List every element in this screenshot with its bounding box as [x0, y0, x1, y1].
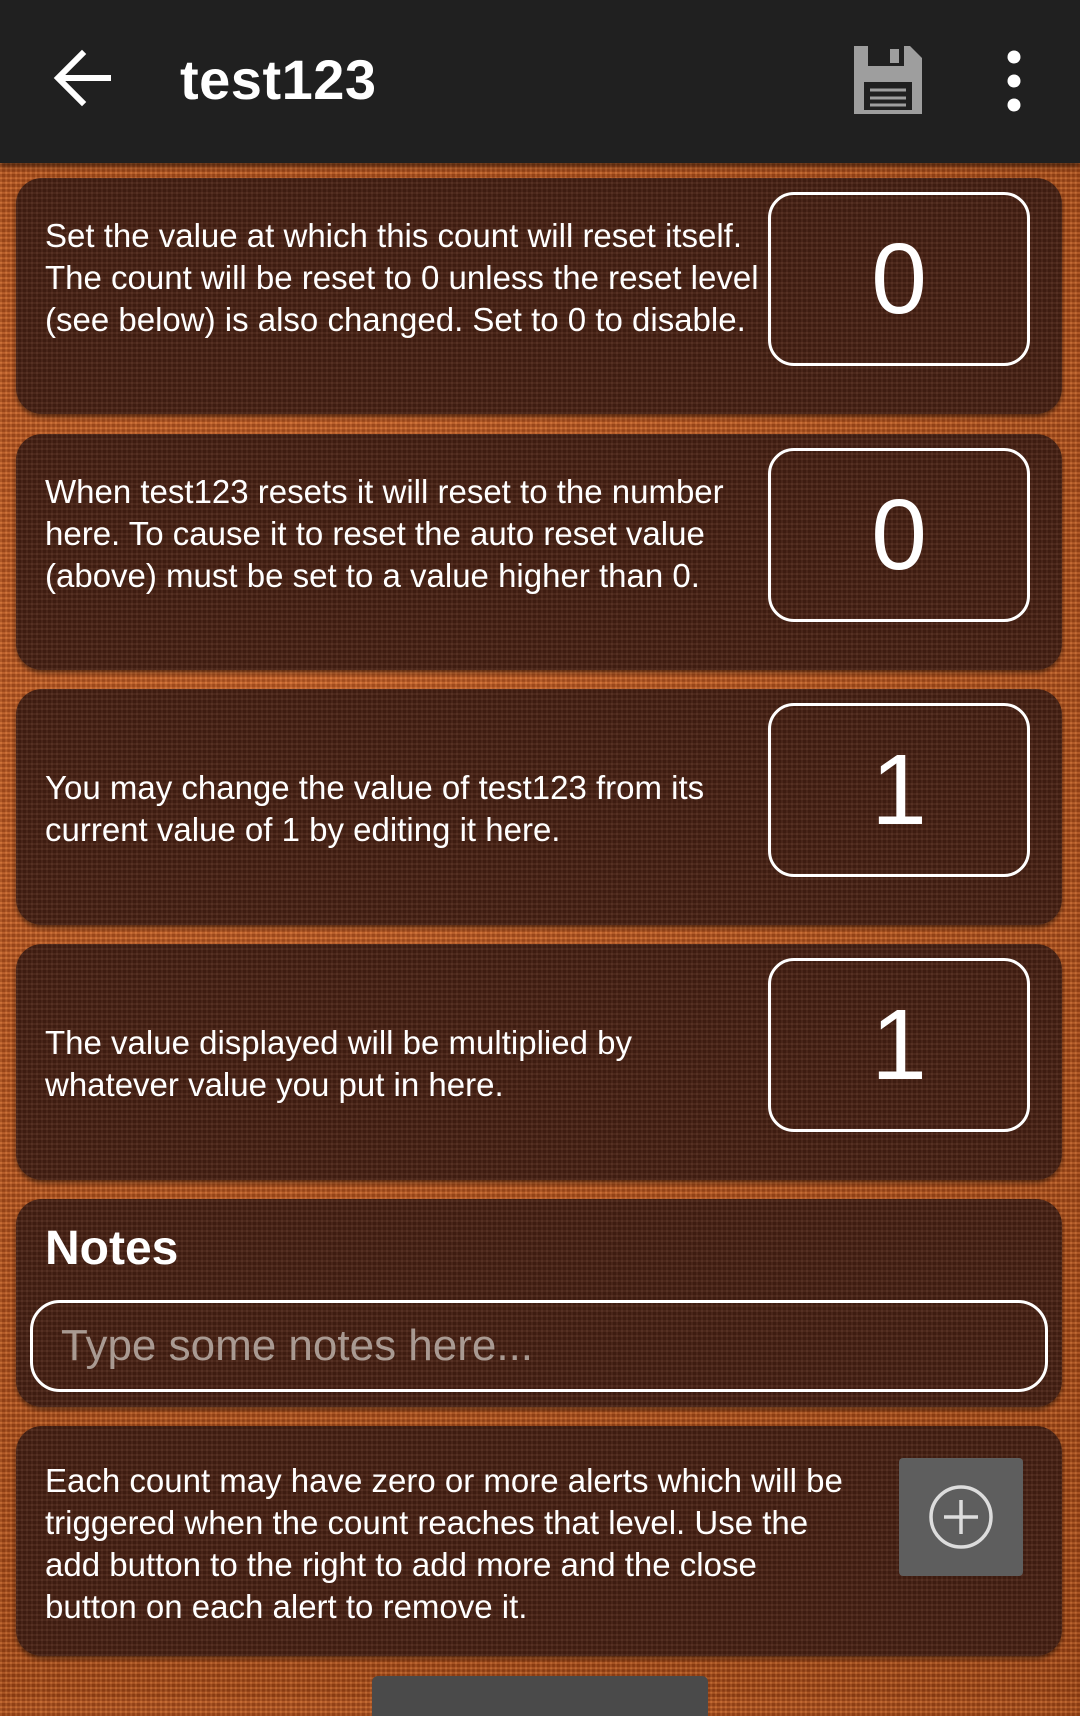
more-vertical-icon [1007, 50, 1021, 112]
multiplier-input[interactable]: 1 [768, 958, 1030, 1132]
reset-level-description: When test123 resets it will reset to the… [45, 473, 724, 594]
plus-circle-icon [929, 1485, 993, 1549]
overflow-menu-button[interactable] [990, 48, 1038, 114]
alerts-card: Each count may have zero or more alerts … [16, 1426, 1062, 1656]
back-button[interactable] [48, 42, 120, 114]
app-bar: test123 [0, 0, 1080, 163]
alerts-description: Each count may have zero or more alerts … [45, 1462, 843, 1625]
save-button[interactable] [850, 42, 926, 118]
notes-heading: Notes [45, 1222, 179, 1275]
multiplier-card: The value displayed will be multiplied b… [16, 944, 1062, 1180]
reset-level-input[interactable]: 0 [768, 448, 1030, 622]
multiplier-description: The value displayed will be multiplied b… [45, 1024, 632, 1103]
auto-reset-input[interactable]: 0 [768, 192, 1030, 366]
auto-reset-description: Set the value at which this count will r… [45, 217, 759, 338]
reset-level-card: When test123 resets it will reset to the… [16, 434, 1062, 670]
auto-reset-card: Set the value at which this count will r… [16, 178, 1062, 414]
floppy-disk-icon [854, 46, 922, 114]
current-value-input[interactable]: 1 [768, 703, 1030, 877]
arrow-left-icon [53, 49, 111, 107]
page-title: test123 [180, 48, 377, 111]
current-value-description: You may change the value of test123 from… [45, 769, 705, 848]
bottom-action-button[interactable] [372, 1676, 708, 1716]
notes-input[interactable] [30, 1300, 1048, 1392]
current-value-card: You may change the value of test123 from… [16, 689, 1062, 925]
add-alert-button[interactable] [899, 1458, 1023, 1576]
notes-card: Notes [16, 1199, 1062, 1407]
